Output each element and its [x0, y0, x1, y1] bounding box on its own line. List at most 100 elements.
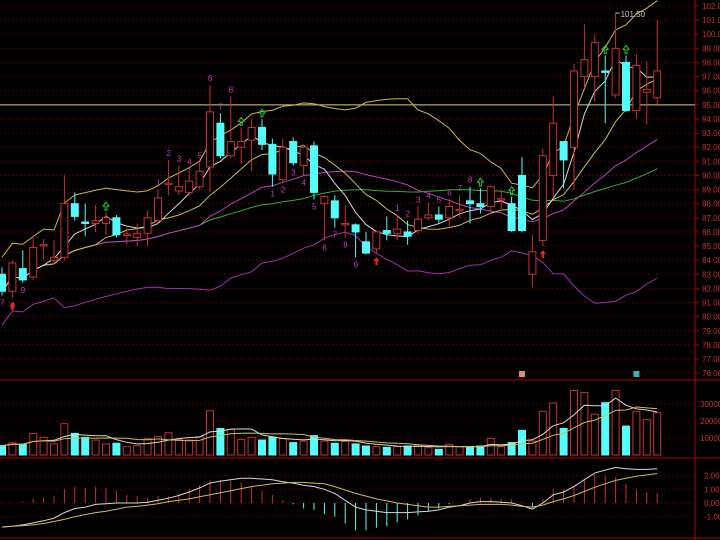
- candle: [278, 138, 287, 183]
- candle: [611, 13, 620, 98]
- candle-body: [268, 143, 277, 175]
- price-tick-label: 87.00: [702, 214, 720, 223]
- candle: [258, 118, 266, 151]
- candle: [642, 61, 651, 125]
- volume-bar: [455, 446, 464, 456]
- price-tick-label: 94.00: [702, 115, 720, 124]
- candle-body: [39, 244, 48, 247]
- volume-bar: [289, 442, 298, 456]
- stock-chart: 102.0 101.0 100.0 99.00 98.00 97.00 96.00 95.00…: [0, 0, 720, 540]
- candle: [330, 195, 339, 228]
- candle: [518, 157, 526, 232]
- volume-bar: [247, 436, 256, 456]
- candle-body: [403, 231, 412, 237]
- candle-body: [518, 174, 526, 232]
- candle: [216, 113, 225, 159]
- price-tick-label: 78.00: [702, 341, 720, 350]
- candle-body: [91, 220, 100, 224]
- candle: [455, 195, 464, 218]
- candle: [528, 234, 537, 287]
- event-marker-icon: [633, 371, 640, 377]
- candle: [91, 205, 100, 232]
- price-panel[interactable]: 7891234567812345678912345678: [0, 0, 695, 377]
- volume-panel[interactable]: [0, 389, 662, 456]
- volume-bar: [0, 445, 6, 456]
- volume-bar: [81, 436, 90, 456]
- candle: [362, 231, 370, 255]
- candle: [507, 196, 516, 232]
- price-tick-label: 96.00: [702, 87, 720, 96]
- sequence-count-label: 7: [0, 298, 5, 307]
- candle: [237, 127, 246, 165]
- candle-body: [372, 231, 381, 250]
- candle-body: [653, 70, 662, 99]
- candle-body: [330, 200, 339, 219]
- candle: [653, 20, 662, 105]
- candle: [434, 206, 443, 224]
- candle-body: [226, 141, 235, 157]
- volume-bar: [424, 447, 433, 456]
- candle-body: [642, 88, 651, 93]
- price-tick-label: 77.00: [702, 355, 720, 364]
- price-tick-label: 91.00: [702, 157, 720, 166]
- buy-arrow-icon: [373, 257, 380, 266]
- candle-body: [278, 146, 287, 181]
- volume-bar: [434, 448, 443, 456]
- candle: [497, 189, 506, 211]
- candle-body: [341, 222, 350, 226]
- macd-panel[interactable]: [1, 466, 658, 531]
- sequence-count-label: 7: [458, 184, 463, 193]
- volume-bar: [372, 446, 381, 456]
- sequence-count-label: 4: [187, 157, 192, 166]
- volume-bar: [653, 412, 662, 456]
- price-tick-label: 102.0: [702, 2, 720, 11]
- candle-body: [382, 230, 391, 234]
- volume-bar: [310, 435, 318, 456]
- candle: [403, 220, 412, 245]
- price-tick-label: 101.0: [702, 16, 720, 25]
- volume-bar: [29, 432, 38, 456]
- volume-bar: [622, 425, 630, 456]
- volume-bar: [299, 440, 308, 456]
- volume-bar: [278, 438, 287, 456]
- volume-bar: [268, 436, 277, 456]
- sequence-count-label: 8: [468, 176, 473, 185]
- volume-bar: [642, 419, 651, 456]
- sequence-count-label: 1: [395, 204, 400, 213]
- event-marker-icon: [519, 371, 525, 377]
- candle-body: [507, 203, 516, 232]
- price-tick-label: 84.00: [702, 256, 720, 265]
- candle: [414, 206, 422, 234]
- candle: [206, 85, 214, 193]
- candle-body: [70, 203, 79, 217]
- candle: [424, 202, 433, 221]
- candle-body: [497, 198, 506, 201]
- candle-body: [299, 146, 308, 167]
- volume-bar: [403, 445, 412, 456]
- candle: [226, 96, 235, 159]
- sequence-count-label: 9: [21, 286, 26, 295]
- price-tick-label: 85.00: [702, 242, 720, 251]
- candle-body: [424, 214, 433, 219]
- candle: [247, 118, 256, 172]
- candle-body: [310, 145, 318, 193]
- macd-tick-label: -1.00: [704, 513, 720, 522]
- price-tick-label: 90.00: [702, 171, 720, 180]
- sequence-count-label: 1: [156, 179, 161, 188]
- volume-bar: [122, 446, 131, 456]
- candle: [112, 214, 121, 238]
- macd-dif-line: [1, 466, 658, 528]
- volume-tick-label: 20000: [700, 417, 720, 426]
- price-tick-label: 95.00: [702, 101, 720, 110]
- candle: [590, 34, 599, 103]
- sequence-count-label: 4: [426, 191, 431, 200]
- volume-bar: [133, 445, 142, 456]
- volume-bar: [497, 446, 506, 456]
- candle: [559, 141, 568, 189]
- candle-body: [466, 200, 474, 205]
- candle: [268, 138, 277, 187]
- volume-bar: [258, 439, 266, 456]
- candle-body: [476, 203, 485, 208]
- price-tick-label: 99.00: [702, 44, 720, 53]
- candle-body: [50, 256, 58, 261]
